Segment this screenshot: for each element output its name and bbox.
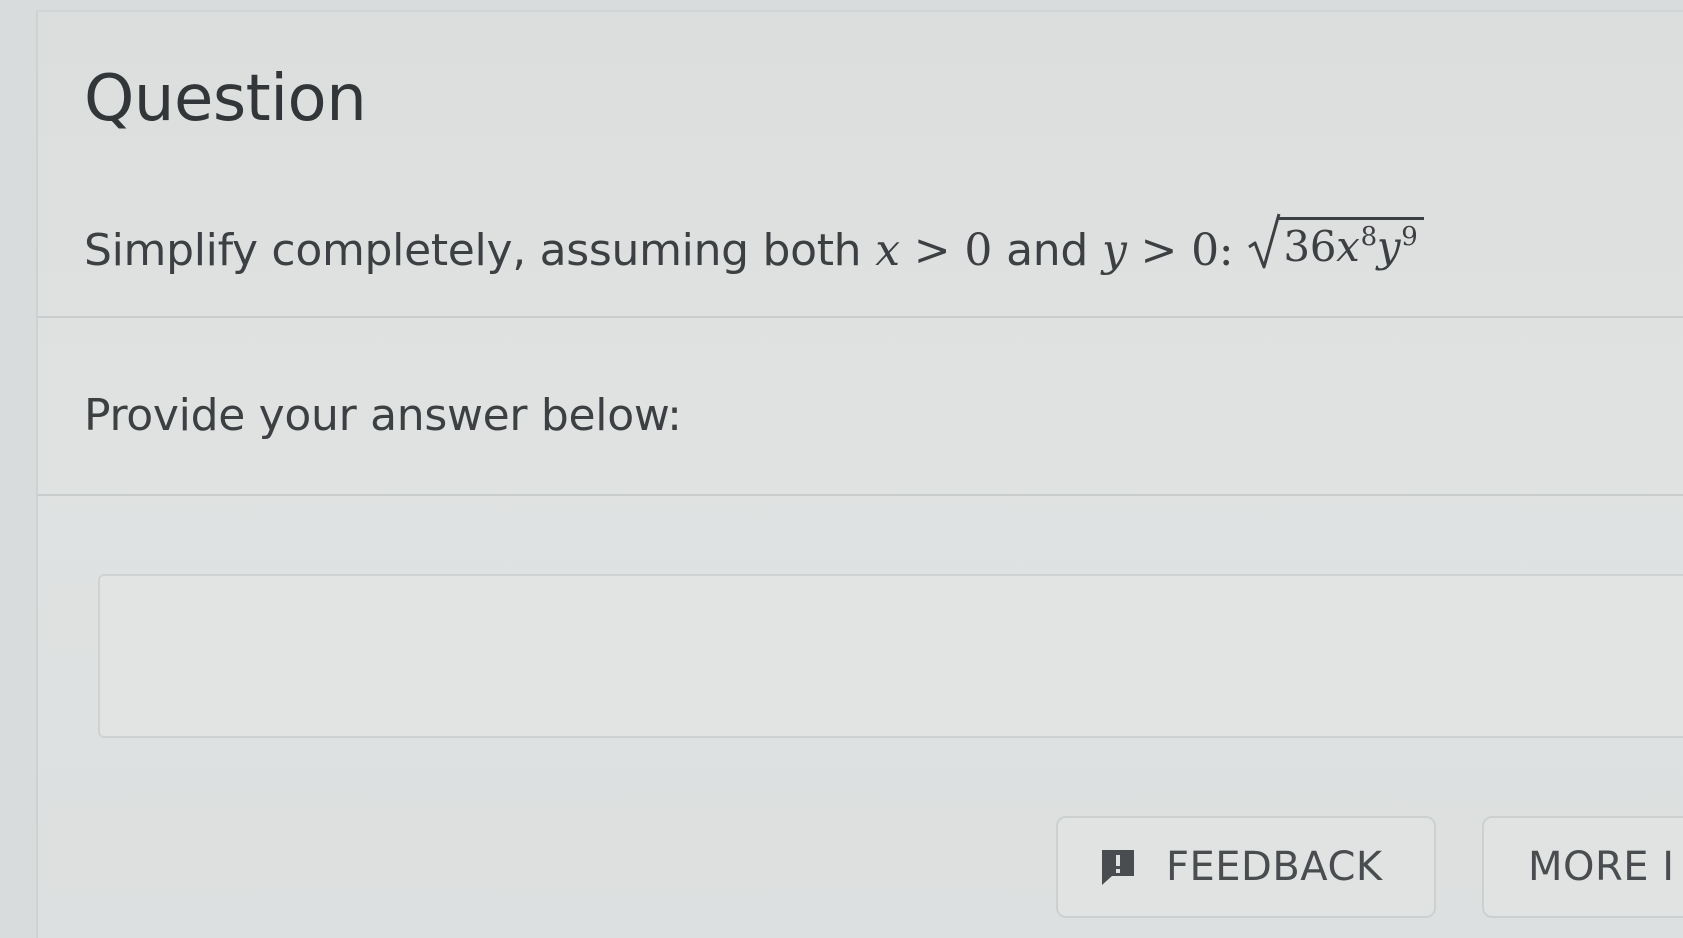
radicand: 36 x 8 y 9 — [1279, 217, 1424, 271]
feedback-speech-icon — [1098, 847, 1138, 887]
var-y: y — [1101, 225, 1127, 276]
and-word: and — [1006, 225, 1088, 276]
radicand-x: x — [1336, 222, 1360, 271]
feedback-button[interactable]: FEEDBACK — [1056, 816, 1436, 918]
square-root-expression: 36 x 8 y 9 — [1247, 211, 1424, 271]
answer-input[interactable] — [98, 574, 1683, 738]
radicand-coefficient: 36 — [1283, 222, 1337, 271]
gt-symbol-1: > — [913, 225, 951, 276]
zero-2: 0: — [1191, 225, 1234, 276]
square-root-icon — [1247, 211, 1281, 271]
radicand-y: y — [1376, 222, 1401, 271]
var-x: x — [875, 225, 900, 276]
more-button[interactable]: MORE I — [1482, 816, 1683, 918]
radicand-x-exponent: 8 — [1360, 222, 1378, 252]
question-prefix: Simplify completely, assuming both — [84, 225, 862, 276]
answer-prompt: Provide your answer below: — [84, 390, 682, 441]
gt-symbol-2: > — [1140, 225, 1178, 276]
question-text: Simplify completely, assuming both x > 0… — [84, 205, 1424, 276]
more-label: MORE I — [1528, 844, 1675, 890]
radicand-y-exponent: 9 — [1401, 222, 1418, 252]
divider-top — [38, 316, 1683, 318]
question-panel — [36, 10, 1683, 938]
feedback-label: FEEDBACK — [1166, 844, 1383, 890]
page-title: Question — [84, 62, 367, 136]
zero-1: 0 — [964, 225, 993, 276]
divider-bottom — [38, 494, 1683, 496]
